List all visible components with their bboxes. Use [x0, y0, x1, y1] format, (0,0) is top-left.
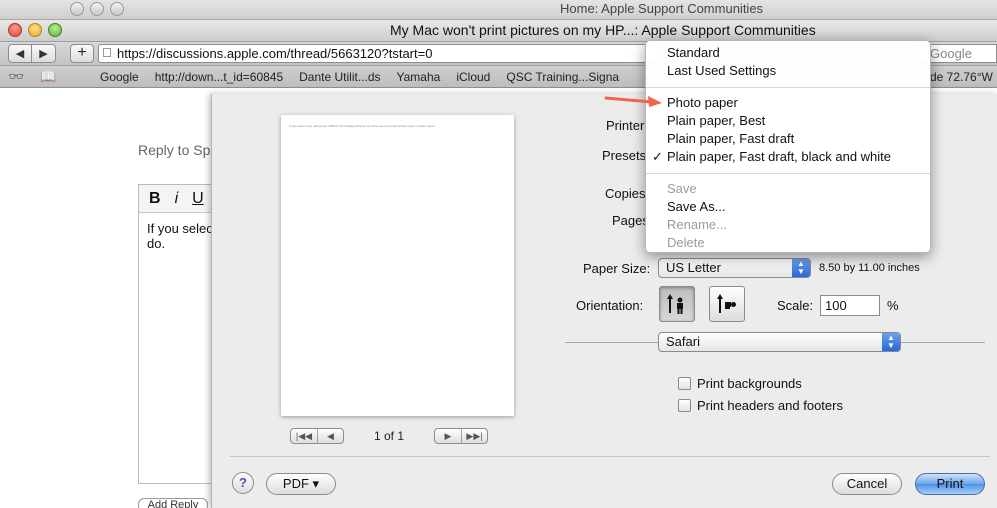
- scale-label: Scale:: [777, 298, 814, 313]
- previous-page-icon[interactable]: ◀: [317, 429, 343, 443]
- underline-button[interactable]: U: [192, 190, 204, 208]
- reading-list-icon[interactable]: 👓: [8, 69, 24, 85]
- portrait-person-icon: [667, 294, 683, 314]
- menu-separator: [646, 87, 930, 88]
- preset-plain-paper-fast-draft-bw[interactable]: ✓ Plain paper, Fast draft, black and whi…: [646, 148, 930, 166]
- print-headers-footers-option[interactable]: Print headers and footers: [678, 398, 843, 413]
- bookmark-item[interactable]: Google: [100, 70, 139, 84]
- print-headers-footers-checkbox[interactable]: [678, 399, 691, 412]
- preset-save: Save: [667, 181, 697, 196]
- popup-arrows-icon: ▲ ▼: [882, 333, 900, 351]
- copies-label: Copies: [605, 186, 646, 201]
- help-button[interactable]: ?: [232, 472, 254, 494]
- window-controls: [8, 23, 62, 37]
- print-preview: If you select a pic, and press CMD+P, pr…: [281, 115, 514, 416]
- close-icon[interactable]: [8, 23, 22, 37]
- menu-item-label: Plain paper, Fast draft, black and white: [667, 149, 892, 164]
- pager-back-group: |◀◀ ◀: [290, 428, 344, 444]
- print-backgrounds-checkbox[interactable]: [678, 377, 691, 390]
- bookmark-items: Google http://down...t_id=60845 Dante Ut…: [100, 70, 619, 84]
- popup-arrows-icon: ▲ ▼: [792, 259, 810, 277]
- paper-size-popup[interactable]: US Letter ▲ ▼: [658, 258, 811, 278]
- landscape-orientation-button[interactable]: [709, 286, 745, 322]
- presets-menu: Standard Last Used Settings Photo paper …: [645, 40, 931, 253]
- orientation-label: Orientation:: [576, 298, 644, 313]
- zoom-icon[interactable]: [48, 23, 62, 37]
- preset-photo-paper[interactable]: Photo paper: [646, 94, 930, 112]
- print-headers-footers-label: Print headers and footers: [697, 398, 843, 413]
- next-page-icon[interactable]: ▶: [435, 429, 461, 443]
- menu-item-label: Plain paper, Best: [667, 113, 766, 128]
- checkmark-icon: ✓: [652, 149, 663, 164]
- bookmarks-book-icon[interactable]: 📖: [40, 69, 56, 85]
- bookmark-item[interactable]: Yamaha: [397, 70, 441, 84]
- window-title: My Mac won't print pictures on my HP...:…: [390, 22, 816, 38]
- menu-separator: [646, 173, 930, 174]
- footer-divider: [230, 456, 990, 457]
- print-backgrounds-option[interactable]: Print backgrounds: [678, 376, 802, 391]
- app-section-value: Safari: [666, 334, 700, 349]
- forward-button[interactable]: ▶: [32, 44, 56, 63]
- pages-label: Pages: [612, 213, 649, 228]
- preset-last-used-settings[interactable]: Last Used Settings: [646, 62, 930, 80]
- preset-plain-paper-best[interactable]: Plain paper, Best: [646, 112, 930, 130]
- bookmark-item[interactable]: de 72.76°W: [930, 70, 993, 84]
- menu-item-label: Photo paper: [667, 95, 738, 110]
- add-reply-button[interactable]: Add Reply: [138, 498, 208, 508]
- bookmark-item[interactable]: Dante Utilit...ds: [299, 70, 380, 84]
- portrait-orientation-button[interactable]: [659, 286, 695, 322]
- italic-button[interactable]: i: [175, 190, 179, 208]
- window-titlebar: My Mac won't print pictures on my HP...:…: [0, 20, 997, 42]
- scale-unit: %: [887, 298, 899, 313]
- address-bar[interactable]: https://discussions.apple.com/thread/566…: [98, 44, 658, 63]
- bookmark-item[interactable]: http://down...t_id=60845: [155, 70, 283, 84]
- paper-size-value: US Letter: [666, 260, 721, 275]
- background-window-title: Home: Apple Support Communities: [560, 1, 764, 16]
- paper-dimensions: 8.50 by 11.00 inches: [819, 262, 920, 274]
- annotation-arrow-icon: [604, 96, 662, 107]
- preset-standard[interactable]: Standard: [646, 44, 930, 62]
- bookmark-item[interactable]: QSC Training...Signa: [506, 70, 619, 84]
- first-page-icon[interactable]: |◀◀: [291, 429, 317, 443]
- background-window-titlebar: Home: Apple Support Communities: [0, 0, 997, 20]
- bookmark-item[interactable]: iCloud: [456, 70, 490, 84]
- preset-save-as[interactable]: Save As...: [646, 198, 930, 216]
- preset-plain-paper-fast-draft[interactable]: Plain paper, Fast draft: [646, 130, 930, 148]
- apple-logo-icon: : [102, 45, 112, 60]
- bold-button[interactable]: B: [149, 190, 161, 208]
- paper-size-label: Paper Size:: [583, 261, 651, 276]
- scale-input[interactable]: 100: [820, 295, 880, 316]
- presets-label: Presets: [602, 148, 647, 163]
- bookmark-icons: 👓 📖: [8, 69, 56, 85]
- zoom-icon[interactable]: [110, 2, 124, 16]
- pdf-menu-button[interactable]: PDF ▾: [266, 473, 336, 495]
- add-bookmark-button[interactable]: +: [70, 44, 94, 63]
- landscape-person-icon: [717, 294, 736, 313]
- nav-buttons: ◀ ▶: [8, 44, 56, 63]
- preset-delete: Delete: [667, 235, 705, 250]
- pager-forward-group: ▶ ▶▶|: [434, 428, 488, 444]
- minimize-icon[interactable]: [90, 2, 104, 16]
- last-page-icon[interactable]: ▶▶|: [461, 429, 487, 443]
- menu-item-label: Plain paper, Fast draft: [667, 131, 795, 146]
- close-icon[interactable]: [70, 2, 84, 16]
- background-window-controls: [70, 2, 124, 16]
- cancel-button[interactable]: Cancel: [832, 473, 902, 495]
- printer-label: Printer: [606, 118, 645, 133]
- app-section-popup[interactable]: Safari ▲ ▼: [658, 332, 901, 352]
- minimize-icon[interactable]: [28, 23, 42, 37]
- print-button[interactable]: Print: [915, 473, 985, 495]
- page-indicator: 1 of 1: [373, 429, 405, 443]
- preset-rename: Rename...: [667, 217, 727, 232]
- preview-text: If you select a pic, and press CMD+P, pr…: [289, 124, 437, 128]
- preview-pager: |◀◀ ◀ 1 of 1 ▶ ▶▶|: [290, 428, 488, 444]
- print-backgrounds-label: Print backgrounds: [697, 376, 802, 391]
- back-button[interactable]: ◀: [8, 44, 32, 63]
